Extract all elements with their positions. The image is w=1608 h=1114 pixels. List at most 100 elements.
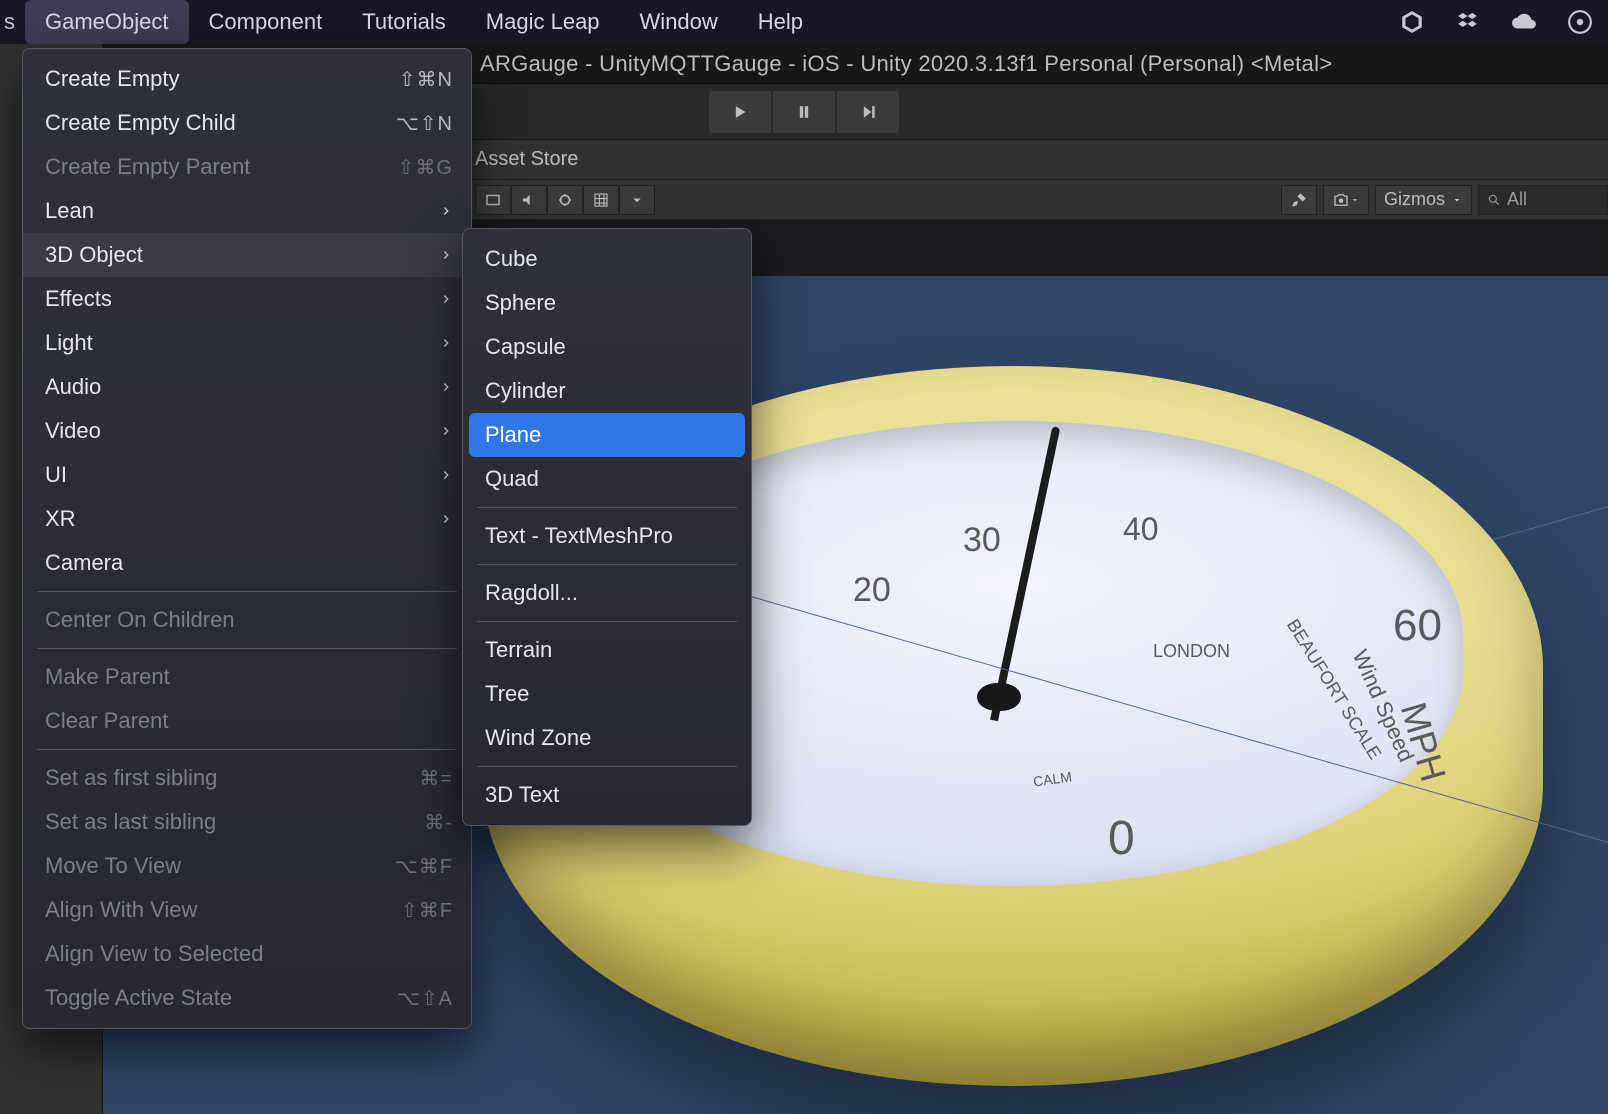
menu-item-label: Clear Parent: [45, 708, 453, 734]
tab-asset-store[interactable]: Asset Store: [475, 148, 578, 171]
menu-item-label: Lean: [45, 198, 439, 224]
menu-item-create-empty-child[interactable]: Create Empty Child⌥⇧N: [23, 101, 471, 145]
gauge-needle: [990, 426, 1060, 721]
scene-grid-toggle[interactable]: [583, 185, 619, 215]
menu-item-effects[interactable]: Effects: [23, 277, 471, 321]
gauge-tick-40: 40: [1123, 511, 1159, 548]
menu-component[interactable]: Component: [189, 0, 343, 44]
menu-item-toggle-active-state: Toggle Active State⌥⇧A: [23, 976, 471, 1020]
dropbox-icon[interactable]: [1454, 8, 1482, 36]
menu-item-label: Ragdoll...: [485, 580, 733, 606]
scene-search[interactable]: All: [1478, 185, 1608, 215]
menu-item-label: XR: [45, 506, 439, 532]
gauge-tick-30: 30: [963, 521, 1001, 560]
menu-gameobject[interactable]: GameObject: [25, 0, 189, 44]
menu-item-label: Set as last sibling: [45, 809, 424, 835]
pause-button[interactable]: [773, 91, 835, 133]
submenu-item-terrain[interactable]: Terrain: [463, 628, 751, 672]
submenu-item-plane[interactable]: Plane: [469, 413, 745, 457]
menu-item-audio[interactable]: Audio: [23, 365, 471, 409]
submenu-item-sphere[interactable]: Sphere: [463, 281, 751, 325]
menu-item-clear-parent: Clear Parent: [23, 699, 471, 743]
chevron-right-icon: [439, 462, 453, 488]
gameobject-menu: Create Empty⇧⌘NCreate Empty Child⌥⇧NCrea…: [22, 48, 472, 1029]
menu-item-label: Tree: [485, 681, 733, 707]
menu-item-set-as-first-sibling: Set as first sibling⌘=: [23, 756, 471, 800]
scene-fx-toggle[interactable]: [547, 185, 583, 215]
menu-item-light[interactable]: Light: [23, 321, 471, 365]
menu-item-create-empty[interactable]: Create Empty⇧⌘N: [23, 57, 471, 101]
chevron-right-icon: [439, 506, 453, 532]
submenu-item-cylinder[interactable]: Cylinder: [463, 369, 751, 413]
scene-camera-button[interactable]: [1323, 185, 1369, 215]
submenu-item-wind-zone[interactable]: Wind Zone: [463, 716, 751, 760]
menu-item-label: Cylinder: [485, 378, 733, 404]
menu-item-camera[interactable]: Camera: [23, 541, 471, 585]
menu-item-video[interactable]: Video: [23, 409, 471, 453]
chevron-right-icon: [439, 198, 453, 224]
menu-separator: [477, 507, 737, 508]
menu-magicleap[interactable]: Magic Leap: [466, 0, 620, 44]
menu-item-label: Toggle Active State: [45, 985, 397, 1011]
chevron-right-icon: [439, 374, 453, 400]
menu-item-ui[interactable]: UI: [23, 453, 471, 497]
menu-item-label: Text - TextMeshPro: [485, 523, 733, 549]
menu-item-shortcut: ⌥⇧N: [396, 111, 453, 136]
submenu-item-tree[interactable]: Tree: [463, 672, 751, 716]
gauge-tick-0: 0: [1108, 811, 1135, 866]
menu-item-shortcut: ⇧⌘F: [401, 898, 453, 923]
scene-tools-button[interactable]: [1281, 185, 1317, 215]
menu-separator: [477, 564, 737, 565]
menu-item-xr[interactable]: XR: [23, 497, 471, 541]
menu-item-label: Cube: [485, 246, 733, 272]
menubar-truncated: s: [4, 9, 25, 35]
menu-item-label: Set as first sibling: [45, 765, 419, 791]
menu-item-move-to-view: Move To View⌥⌘F: [23, 844, 471, 888]
menu-item-label: 3D Object: [45, 242, 439, 268]
menu-item-shortcut: ⌥⇧A: [397, 986, 453, 1011]
submenu-item-cube[interactable]: Cube: [463, 237, 751, 281]
step-button[interactable]: [837, 91, 899, 133]
menu-item-label: Align View to Selected: [45, 941, 453, 967]
gauge-tick-60: 60: [1393, 601, 1442, 651]
menu-item-label: Camera: [45, 550, 453, 576]
menu-item-label: Capsule: [485, 334, 733, 360]
unity-icon[interactable]: [1398, 8, 1426, 36]
gizmos-dropdown[interactable]: Gizmos: [1375, 185, 1472, 215]
cloud-icon[interactable]: [1510, 8, 1538, 36]
menu-separator: [37, 749, 457, 750]
menu-item-label: Quad: [485, 466, 733, 492]
menu-item-label: Sphere: [485, 290, 733, 316]
menu-item-label: Effects: [45, 286, 439, 312]
mac-menubar: s GameObject Component Tutorials Magic L…: [0, 0, 1608, 44]
menu-item-create-empty-parent: Create Empty Parent⇧⌘G: [23, 145, 471, 189]
menu-item-label: Create Empty Parent: [45, 154, 398, 180]
scene-toolbar-dropdown-icon[interactable]: [619, 185, 655, 215]
3d-object-submenu: Cube Sphere Capsule Cylinder Plane Quad Text -…: [462, 228, 752, 826]
play-button[interactable]: [709, 91, 771, 133]
menu-window[interactable]: Window: [620, 0, 738, 44]
submenu-item-text-textmeshpro[interactable]: Text - TextMeshPro: [463, 514, 751, 558]
menu-item-label: Center On Children: [45, 607, 453, 633]
scene-2d-toggle[interactable]: [475, 185, 511, 215]
submenu-item-3d-text[interactable]: 3D Text: [463, 773, 751, 817]
menu-item-label: UI: [45, 462, 439, 488]
gauge-tick-20: 20: [853, 571, 891, 610]
submenu-item-ragdoll-[interactable]: Ragdoll...: [463, 571, 751, 615]
menu-item-3d-object[interactable]: 3D Object: [23, 233, 471, 277]
submenu-item-quad[interactable]: Quad: [463, 457, 751, 501]
menu-item-label: Create Empty Child: [45, 110, 396, 136]
menu-item-shortcut: ⌘-: [424, 810, 453, 835]
menu-item-label: Move To View: [45, 853, 395, 879]
menu-help[interactable]: Help: [738, 0, 823, 44]
menu-item-lean[interactable]: Lean: [23, 189, 471, 233]
menu-tutorials[interactable]: Tutorials: [342, 0, 466, 44]
scene-search-placeholder: All: [1507, 189, 1527, 210]
scene-audio-toggle[interactable]: [511, 185, 547, 215]
help-icon[interactable]: [1566, 8, 1594, 36]
menu-item-shortcut: ⌥⌘F: [395, 854, 453, 879]
menu-item-make-parent: Make Parent: [23, 655, 471, 699]
menu-item-label: Align With View: [45, 897, 401, 923]
submenu-item-capsule[interactable]: Capsule: [463, 325, 751, 369]
menu-item-label: Plane: [485, 422, 733, 448]
